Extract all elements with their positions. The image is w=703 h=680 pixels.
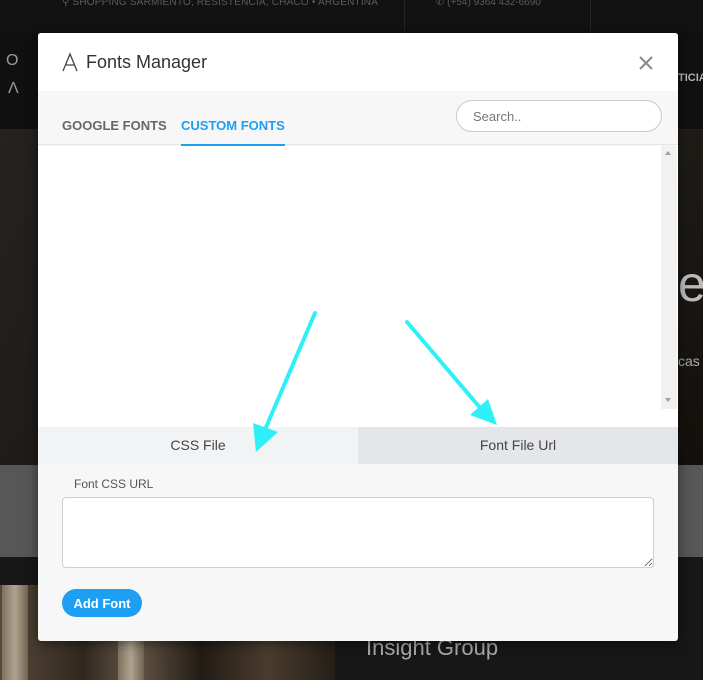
add-font-button[interactable]: Add Font (62, 589, 142, 617)
font-list-area (38, 146, 678, 427)
scroll-up-arrow-icon[interactable] (665, 151, 671, 155)
subtab-font-file-url[interactable]: Font File Url (358, 427, 678, 464)
font-css-url-field[interactable] (62, 497, 654, 568)
font-icon (62, 52, 78, 72)
search-input[interactable] (456, 100, 662, 132)
custom-font-subtabs: CSS File Font File Url (38, 427, 678, 464)
modal-title: Fonts Manager (86, 52, 208, 72)
font-list-scrollbar[interactable] (661, 146, 677, 409)
modal-header: Fonts Manager (38, 33, 678, 91)
close-icon[interactable] (636, 53, 656, 73)
tab-google-fonts[interactable]: GOOGLE FONTS (62, 118, 167, 146)
tab-custom-fonts[interactable]: CUSTOM FONTS (181, 118, 285, 146)
scroll-down-arrow-icon[interactable] (665, 398, 671, 402)
subtab-css-file[interactable]: CSS File (38, 427, 358, 464)
fonts-manager-modal: Fonts Manager GOOGLE FONTS CUSTOM FONTS … (38, 33, 678, 641)
font-css-url-label: Font CSS URL (74, 477, 154, 491)
